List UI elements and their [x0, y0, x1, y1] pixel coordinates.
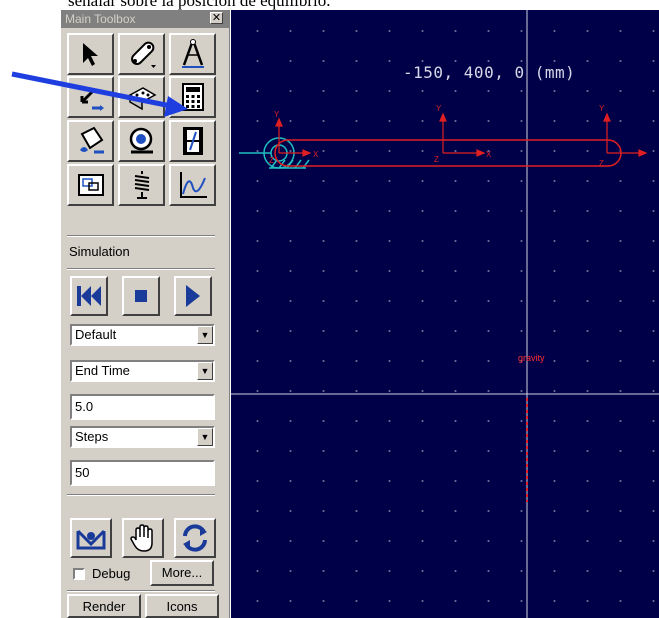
annotation-arrow: [11, 71, 188, 117]
